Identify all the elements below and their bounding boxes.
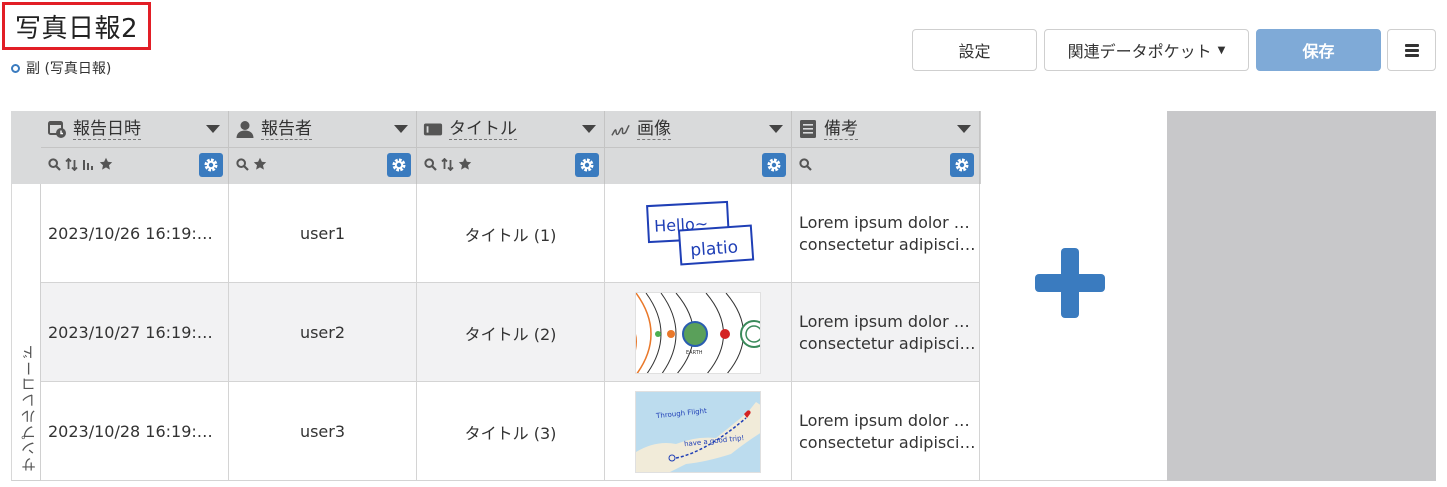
cell-image[interactable]: Through Flight have a good trip! (605, 382, 792, 481)
text-field-icon (423, 119, 443, 139)
dropdown-arrow-icon[interactable] (582, 125, 596, 133)
save-button[interactable]: 保存 (1256, 29, 1381, 71)
cell-notes: Lorem ipsum dolor … consectetur adipisci… (792, 184, 980, 283)
column-label: タイトル (449, 118, 517, 140)
sort-icon[interactable] (441, 157, 454, 175)
column-label: 画像 (637, 118, 671, 140)
cell-image[interactable]: Hello~ platio (605, 184, 792, 283)
settings-button[interactable]: 設定 (912, 29, 1037, 71)
related-data-pocket-button[interactable]: 関連データポケット ▼ (1044, 29, 1249, 71)
note-line-1: Lorem ipsum dolor … (799, 212, 970, 232)
subtitle-text: 副 (写真日報) (26, 61, 112, 77)
image-thumbnail-hello-platio[interactable]: Hello~ platio (635, 192, 761, 275)
dropdown-arrow-icon[interactable] (957, 125, 971, 133)
page-title: 写真日報2 (15, 13, 139, 44)
search-icon[interactable] (799, 157, 812, 175)
table-row[interactable]: 2023/10/28 16:19:… user3 タイトル (3) Throug… (41, 382, 980, 481)
column-header-image[interactable]: 画像 (605, 111, 792, 184)
column-label: 報告日時 (73, 118, 141, 140)
cell-reporter: user2 (229, 283, 417, 382)
image-thumbnail-solar-system[interactable]: EARTH (635, 291, 761, 374)
search-icon[interactable] (424, 157, 437, 175)
right-empty-panel (1167, 111, 1436, 481)
star-icon[interactable] (99, 157, 113, 175)
settings-button-label: 設定 (958, 42, 991, 61)
gear-icon[interactable] (387, 153, 411, 177)
gear-icon[interactable] (950, 153, 974, 177)
cell-notes: Lorem ipsum dolor … consectetur adipisci… (792, 382, 980, 481)
note-line-2: consectetur adipisci… (799, 234, 976, 254)
platio-text: platio (690, 237, 739, 260)
document-icon (798, 119, 818, 139)
records-table: 報告日時 報告者 タイトル 画像 備考 サンプルレコード 2023/10/26 … (11, 111, 1167, 481)
circle-icon (11, 63, 20, 73)
pocket-button-label: 関連データポケット (1067, 42, 1212, 61)
search-icon[interactable] (48, 157, 61, 175)
hello-text: Hello~ (654, 213, 709, 235)
gear-icon[interactable] (199, 153, 223, 177)
star-icon[interactable] (253, 157, 267, 175)
cell-image[interactable]: EARTH (605, 283, 792, 382)
cell-reporter: user3 (229, 382, 417, 481)
column-header-reporter[interactable]: 報告者 (229, 111, 417, 184)
column-label: 報告者 (261, 118, 312, 140)
cell-notes: Lorem ipsum dolor … consectetur adipisci… (792, 283, 980, 382)
dropdown-arrow-icon[interactable] (394, 125, 408, 133)
record-group-label: サンプルレコード (11, 184, 41, 481)
record-group-text: サンプルレコード (20, 344, 38, 472)
star-icon[interactable] (458, 157, 472, 175)
column-header-report-datetime[interactable]: 報告日時 (41, 111, 229, 184)
dropdown-arrow-icon[interactable] (769, 125, 783, 133)
sort-icon[interactable] (65, 157, 78, 175)
table-row[interactable]: 2023/10/27 16:19:… user2 タイトル (2) EARTH (41, 283, 980, 382)
column-header-notes[interactable]: 備考 (792, 111, 980, 184)
page-subtitle: 副 (写真日報) (11, 58, 111, 78)
cell-report-datetime: 2023/10/27 16:19:… (41, 283, 229, 382)
table-header-blank (980, 111, 1167, 184)
note-line-1: Lorem ipsum dolor … (799, 410, 970, 430)
caret-down-icon: ▼ (1217, 44, 1226, 56)
column-label: 備考 (824, 118, 858, 140)
cell-title: タイトル (2) (417, 283, 605, 382)
cell-title: タイトル (3) (417, 382, 605, 481)
cell-reporter: user1 (229, 184, 417, 283)
hamburger-icon (1404, 43, 1419, 57)
gear-icon[interactable] (762, 153, 786, 177)
cell-report-datetime: 2023/10/26 16:19:… (41, 184, 229, 283)
image-thumbnail-flight-map[interactable]: Through Flight have a good trip! (635, 390, 761, 473)
person-icon (235, 119, 255, 139)
table-row[interactable]: 2023/10/26 16:19:… user1 タイトル (1) Hello~… (41, 184, 980, 283)
earth-text: EARTH (686, 350, 703, 356)
save-button-label: 保存 (1302, 42, 1335, 61)
gear-icon[interactable] (575, 153, 599, 177)
dropdown-arrow-icon[interactable] (206, 125, 220, 133)
note-line-1: Lorem ipsum dolor … (799, 311, 970, 331)
page-title-box: 写真日報2 (2, 2, 152, 50)
calendar-clock-icon (47, 119, 67, 139)
aggregate-icon[interactable] (82, 158, 95, 175)
plus-icon[interactable] (1035, 248, 1105, 318)
menu-button[interactable] (1387, 29, 1436, 71)
cell-report-datetime: 2023/10/28 16:19:… (41, 382, 229, 481)
search-icon[interactable] (236, 157, 249, 175)
note-line-2: consectetur adipisci… (799, 333, 976, 353)
column-header-title[interactable]: タイトル (417, 111, 605, 184)
cell-title: タイトル (1) (417, 184, 605, 283)
note-line-2: consectetur adipisci… (799, 432, 976, 452)
add-record-area[interactable] (980, 184, 1167, 481)
drawing-icon (611, 119, 631, 139)
